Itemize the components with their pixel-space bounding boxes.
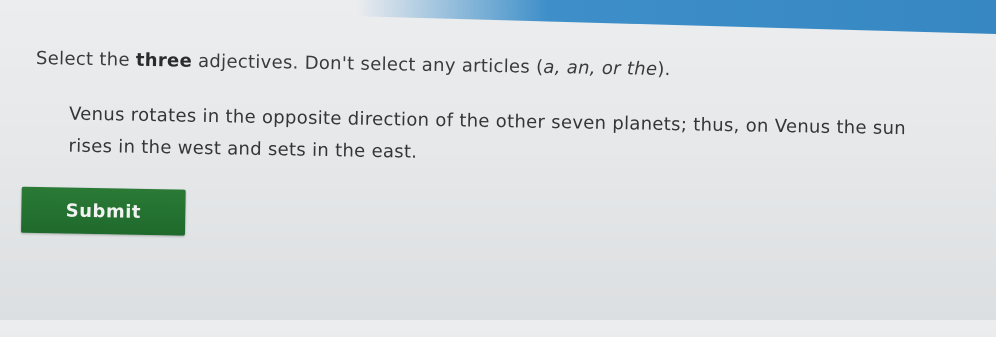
instruction-prefix: Select the: [35, 48, 137, 71]
instruction-text: Select the three adjectives. Don't selec…: [36, 48, 671, 80]
page: { "colors": { "accent_bar": "#3e8fc9", "…: [0, 0, 996, 320]
instruction-articles: a, an, or the: [543, 56, 658, 80]
question-sentence[interactable]: Venus rotates in the opposite direction …: [68, 99, 949, 178]
question-area: Select the three adjectives. Don't selec…: [0, 0, 996, 337]
instruction-emphasis: three: [135, 49, 193, 72]
instruction-suffix: ).: [657, 58, 671, 81]
submit-button[interactable]: Submit: [20, 186, 186, 236]
instruction-middle: adjectives. Don't select any articles (: [191, 50, 544, 78]
